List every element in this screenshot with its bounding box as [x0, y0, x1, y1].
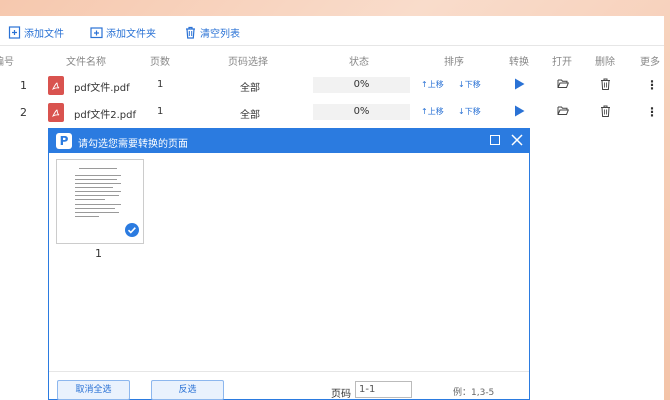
open-folder-button[interactable] — [557, 78, 570, 92]
row-index: 2 — [20, 106, 27, 119]
play-icon — [515, 105, 525, 117]
arrow-up-icon: ↑ — [421, 80, 428, 89]
trash-icon — [186, 26, 195, 39]
page-select-dialog: P 请勾选您需要转换的页面 1 取消全选 反选 页码 1-1 例：1,3-5 — [48, 128, 530, 400]
add-folder-icon — [90, 26, 103, 38]
col-index: 编号 — [0, 57, 14, 68]
move-down-label: 下移 — [464, 80, 481, 89]
page-count: 1 — [157, 79, 164, 90]
clear-list-button[interactable]: 清空列表 — [184, 24, 240, 40]
move-up-button[interactable]: ↑ 上移 — [421, 106, 444, 117]
pdf-file-icon — [48, 76, 64, 95]
toolbar: 添加文件 添加文件夹 清空列表 — [0, 16, 664, 46]
move-down-button[interactable]: ↓ 下移 — [458, 106, 481, 117]
add-folder-button[interactable]: 添加文件夹 — [90, 24, 156, 40]
move-up-label: 上移 — [427, 107, 444, 116]
add-folder-label: 添加文件夹 — [106, 28, 156, 40]
close-icon — [511, 134, 523, 146]
move-down-label: 下移 — [464, 107, 481, 116]
dialog-title-bar: P 请勾选您需要转换的页面 — [49, 129, 529, 153]
table-header: 编号 文件名称 页数 页码选择 状态 排序 转换 打开 删除 更多 — [0, 50, 664, 70]
col-filename: 文件名称 — [66, 57, 106, 68]
delete-button[interactable] — [600, 105, 611, 120]
checked-icon[interactable] — [125, 223, 139, 237]
app-logo-icon: P — [56, 133, 72, 149]
col-page-select: 页码选择 — [228, 57, 268, 68]
folder-open-icon — [557, 106, 570, 115]
col-pages: 页数 — [150, 57, 170, 68]
open-folder-button[interactable] — [557, 105, 570, 119]
file-name: pdf文件2.pdf — [74, 110, 136, 121]
progress-status: 0% — [313, 77, 410, 93]
col-status: 状态 — [349, 57, 369, 68]
col-delete: 删除 — [595, 57, 615, 68]
dialog-footer: 取消全选 反选 页码 例：1,3-5 — [49, 371, 529, 400]
page-select-value[interactable]: 全部 — [240, 106, 260, 121]
page-count: 1 — [157, 106, 164, 117]
move-down-button[interactable]: ↓ 下移 — [458, 79, 481, 90]
convert-play-button[interactable] — [514, 105, 525, 120]
play-icon — [515, 78, 525, 90]
page-range-example: 例：1,3-5 — [453, 388, 495, 398]
trash-icon — [601, 78, 610, 90]
col-more: 更多 — [640, 57, 660, 68]
table-row[interactable]: 2 pdf文件2.pdf 1 全部 0% ↑ 上移 ↓ 下移 ⋮ — [0, 100, 664, 126]
col-order: 排序 — [444, 57, 464, 68]
move-up-button[interactable]: ↑ 上移 — [421, 79, 444, 90]
file-name: pdf文件.pdf — [74, 83, 130, 94]
progress-status: 0% — [313, 104, 410, 120]
trash-icon — [601, 105, 610, 117]
thumbnail-page-number: 1 — [95, 247, 102, 260]
page-range-input[interactable] — [355, 381, 412, 398]
convert-play-button[interactable] — [514, 78, 525, 93]
page-preview — [71, 166, 127, 230]
page-range-label: 页码 — [331, 389, 351, 400]
add-file-icon — [8, 25, 21, 39]
dialog-title: 请勾选您需要转换的页面 — [78, 139, 188, 150]
add-file-button[interactable]: 添加文件 — [8, 24, 64, 40]
deselect-all-button[interactable]: 取消全选 — [57, 380, 130, 400]
more-menu-icon[interactable]: ⋮ — [646, 78, 658, 92]
page-thumbnail[interactable] — [56, 159, 144, 244]
invert-selection-button[interactable]: 反选 — [151, 380, 224, 400]
clear-list-label: 清空列表 — [200, 28, 240, 40]
row-index: 1 — [20, 79, 27, 92]
table-row[interactable]: 1 pdf文件.pdf 1 全部 0% ↑ 上移 ↓ 下移 ⋮ — [0, 73, 664, 99]
pdf-file-icon — [48, 103, 64, 122]
arrow-down-icon: ↓ — [458, 107, 465, 116]
close-button[interactable] — [511, 133, 523, 150]
move-up-label: 上移 — [427, 80, 444, 89]
arrow-up-icon: ↑ — [421, 107, 428, 116]
col-convert: 转换 — [509, 57, 529, 68]
delete-button[interactable] — [600, 78, 611, 93]
arrow-down-icon: ↓ — [458, 80, 465, 89]
maximize-icon[interactable] — [490, 135, 500, 145]
add-file-label: 添加文件 — [24, 28, 64, 40]
more-menu-icon[interactable]: ⋮ — [646, 105, 658, 119]
page-select-value[interactable]: 全部 — [240, 79, 260, 94]
col-open: 打开 — [552, 57, 572, 68]
folder-open-icon — [557, 79, 570, 88]
